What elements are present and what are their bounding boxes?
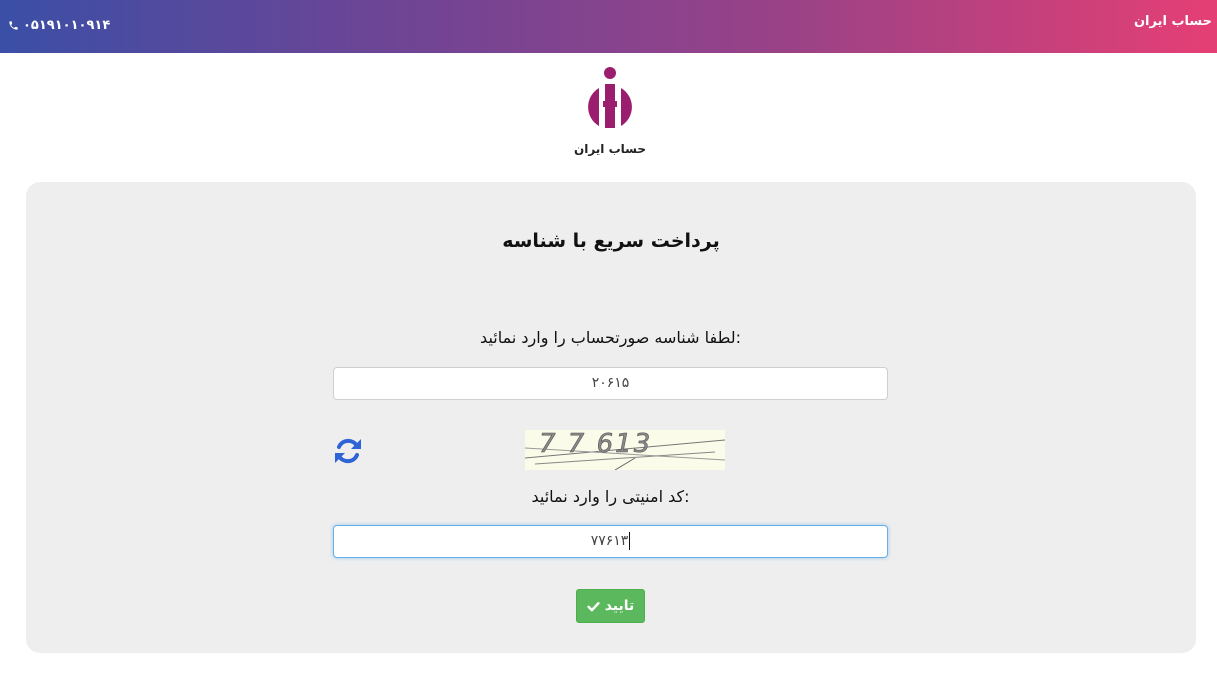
logo-caption: حساب ایران <box>573 142 647 156</box>
phone-icon <box>9 21 18 30</box>
submit-label: تایید <box>604 598 635 614</box>
check-icon <box>587 601 600 611</box>
logo[interactable]: حساب ایران <box>560 64 660 156</box>
invoice-id-value: ۲۰۶۱۵ <box>591 375 630 391</box>
page-title: پرداخت سریع با شناسه <box>502 230 720 252</box>
payment-panel: پرداخت سریع با شناسه لطفا شناسه صورتحساب… <box>26 182 1196 653</box>
header-brand[interactable]: حساب ایران <box>1134 14 1212 29</box>
refresh-icon[interactable] <box>332 435 364 467</box>
submit-button[interactable]: تایید <box>576 589 645 623</box>
phone-contact[interactable]: ۰۵۱۹۱۰۱۰۹۱۴ <box>8 18 110 33</box>
text-caret <box>629 532 631 550</box>
hesab-iran-logo-icon <box>588 67 632 128</box>
phone-number: ۰۵۱۹۱۰۱۰۹۱۴ <box>23 18 111 33</box>
captcha-image: 7 7 613 <box>525 430 725 470</box>
invoice-id-label: لطفا شناسه صورتحساب را وارد نمائید: <box>480 328 741 347</box>
captcha-text: 7 7 613 <box>539 430 652 459</box>
invoice-id-input[interactable]: ۲۰۶۱۵ <box>333 367 888 400</box>
top-bar: ۰۵۱۹۱۰۱۰۹۱۴ حساب ایران <box>0 0 1217 53</box>
captcha-input-value: ۷۷۶۱۳ <box>590 533 629 549</box>
captcha-input[interactable]: ۷۷۶۱۳ <box>333 525 888 558</box>
captcha-label: کد امنیتی را وارد نمائید: <box>531 487 690 506</box>
